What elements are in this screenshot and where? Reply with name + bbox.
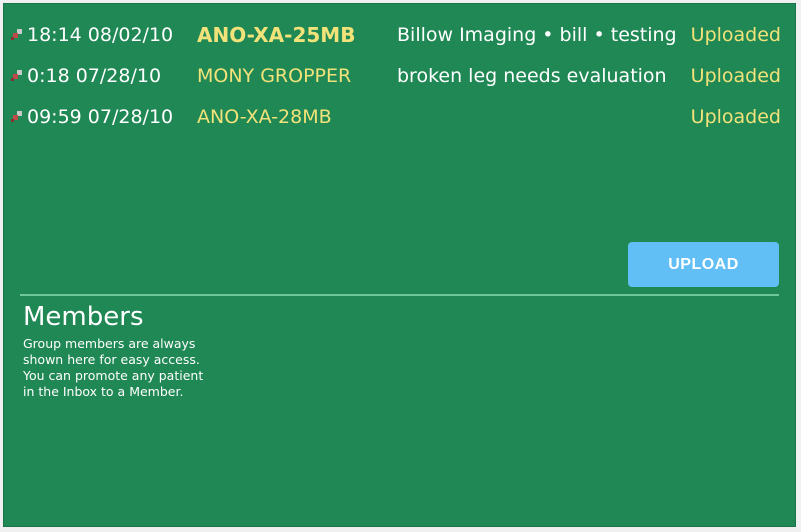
row-description: broken leg needs evaluation <box>397 65 667 87</box>
row-status: Uploaded <box>690 65 781 87</box>
inbox-row[interactable]: 09:59 07/28/10 ANO-XA-28MB <box>10 102 397 132</box>
row-status: Uploaded <box>690 24 781 46</box>
row-timestamp: 18:14 08/02/10 <box>27 24 174 46</box>
members-description: Group members are always shown here for … <box>23 336 223 400</box>
members-description-line: You can promote any patient <box>23 368 204 383</box>
row-status: Uploaded <box>690 106 781 128</box>
members-description-line: Group members are always <box>23 336 196 351</box>
members-description-line: in the Inbox to a Member. <box>23 384 184 399</box>
pushpin-icon[interactable] <box>10 66 24 81</box>
members-description-line: shown here for easy access. <box>23 352 200 367</box>
members-heading: Members <box>23 302 144 332</box>
inbox-row[interactable]: 18:14 08/02/10 ANO-XA-25MB Billow Imagin… <box>10 20 677 50</box>
inbox-row[interactable]: 0:18 07/28/10 MONY GROPPER broken leg ne… <box>10 61 667 91</box>
inbox-panel: 18:14 08/02/10 ANO-XA-25MB Billow Imagin… <box>3 3 796 527</box>
row-timestamp: 0:18 07/28/10 <box>27 65 162 87</box>
row-timestamp: 09:59 07/28/10 <box>27 106 174 128</box>
upload-button[interactable]: UPLOAD <box>628 242 779 287</box>
pushpin-icon[interactable] <box>10 107 24 122</box>
row-description: Billow Imaging • bill • testing <box>397 24 677 46</box>
pushpin-icon[interactable] <box>10 25 24 40</box>
row-identifier[interactable]: MONY GROPPER <box>197 65 397 87</box>
row-identifier[interactable]: ANO-XA-28MB <box>197 106 397 128</box>
section-divider <box>20 294 779 296</box>
row-identifier[interactable]: ANO-XA-25MB <box>197 23 397 47</box>
